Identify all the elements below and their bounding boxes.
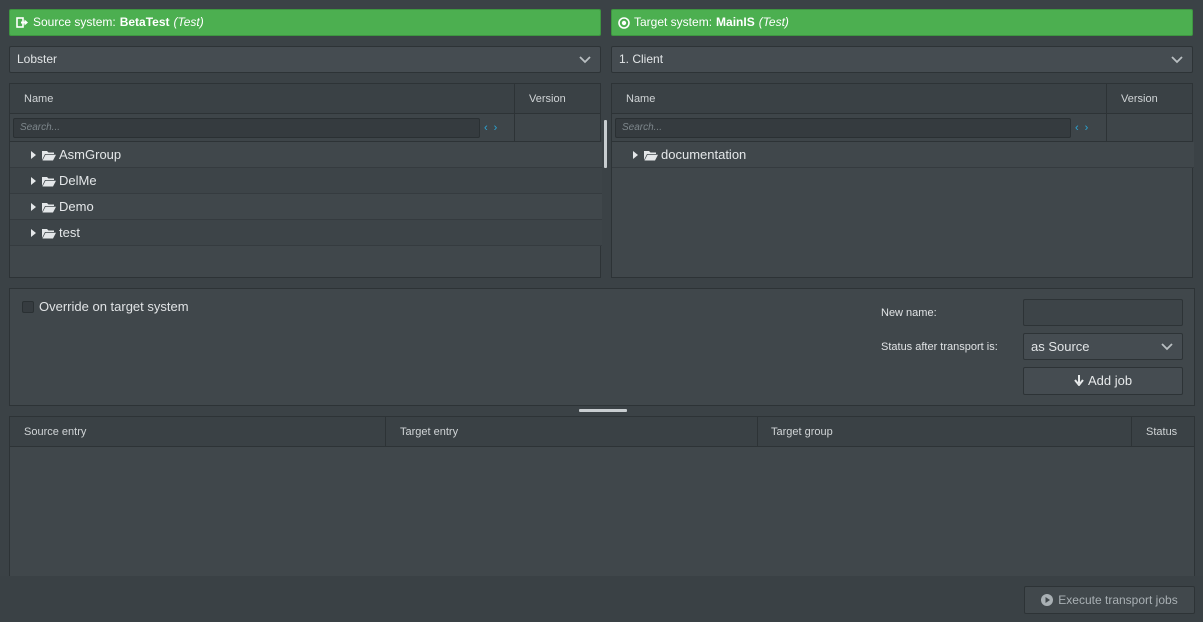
target-search-input[interactable]: Search... bbox=[615, 118, 1071, 138]
tree-row[interactable]: documentation bbox=[612, 142, 1194, 168]
transport-jobs-table: Source entry Target entry Target group S… bbox=[9, 416, 1195, 576]
new-name-input[interactable] bbox=[1023, 299, 1183, 326]
tree-row[interactable]: DelMe bbox=[10, 168, 602, 194]
dot-circle-icon bbox=[618, 16, 630, 29]
expand-caret-icon[interactable] bbox=[633, 151, 638, 159]
source-group-select-value: Lobster bbox=[17, 52, 58, 66]
target-system-env: (Test) bbox=[758, 15, 789, 29]
play-circle-icon bbox=[1041, 594, 1054, 606]
source-search-row: Search... ‹› bbox=[10, 114, 600, 142]
tree-row[interactable]: AsmGroup bbox=[10, 142, 602, 168]
chevron-down-icon bbox=[1161, 343, 1173, 351]
target-group-select-value: 1. Client bbox=[619, 52, 664, 66]
override-label: Override on target system bbox=[39, 299, 189, 314]
col-status[interactable]: Status bbox=[1146, 417, 1177, 447]
col-source-entry[interactable]: Source entry bbox=[24, 417, 86, 447]
new-name-label: New name: bbox=[881, 307, 937, 319]
tree-item-label: test bbox=[59, 225, 80, 240]
target-col-version[interactable]: Version bbox=[1121, 84, 1158, 114]
status-select[interactable]: as Source bbox=[1023, 333, 1183, 360]
target-group-select[interactable]: 1. Client bbox=[611, 46, 1193, 73]
source-col-version[interactable]: Version bbox=[529, 84, 566, 114]
horizontal-splitter[interactable] bbox=[579, 409, 627, 412]
next-match-icon[interactable]: › bbox=[1085, 122, 1095, 134]
source-group-select[interactable]: Lobster bbox=[9, 46, 601, 73]
chevron-down-icon bbox=[1171, 56, 1183, 64]
tree-item-label: Demo bbox=[59, 199, 94, 214]
expand-caret-icon[interactable] bbox=[31, 151, 36, 159]
target-tree-panel: Name Version Search... ‹› documentation bbox=[611, 83, 1194, 278]
expand-caret-icon[interactable] bbox=[31, 177, 36, 185]
col-target-group[interactable]: Target group bbox=[771, 417, 833, 447]
source-system-header: Source system: BetaTest (Test) bbox=[9, 9, 601, 36]
target-tree-header: Name Version bbox=[612, 84, 1192, 114]
expand-caret-icon[interactable] bbox=[31, 203, 36, 211]
folder-open-icon bbox=[42, 177, 56, 187]
add-job-button[interactable]: Add job bbox=[1023, 367, 1183, 395]
tree-row[interactable]: test bbox=[10, 220, 602, 246]
target-system-name: MainIS bbox=[716, 15, 755, 29]
next-match-icon[interactable]: › bbox=[494, 122, 504, 134]
prev-match-icon[interactable]: ‹ bbox=[1075, 122, 1085, 134]
jobs-table-header: Source entry Target entry Target group S… bbox=[10, 417, 1194, 447]
execute-transport-jobs-button[interactable]: Execute transport jobs bbox=[1024, 586, 1195, 614]
target-col-name[interactable]: Name bbox=[626, 84, 655, 114]
target-system-header: Target system: MainIS (Test) bbox=[611, 9, 1193, 36]
tree-item-label: documentation bbox=[661, 147, 747, 162]
execute-label: Execute transport jobs bbox=[1058, 593, 1178, 607]
source-search-input[interactable]: Search... bbox=[13, 118, 480, 138]
target-search-row: Search... ‹› bbox=[612, 114, 1192, 142]
target-system-label: Target system: bbox=[634, 15, 713, 29]
folder-open-icon bbox=[42, 203, 56, 213]
source-system-label: Source system: bbox=[33, 15, 116, 29]
folder-open-icon bbox=[644, 151, 658, 161]
status-select-value: as Source bbox=[1031, 339, 1090, 354]
override-checkbox[interactable] bbox=[22, 301, 34, 313]
tree-item-label: AsmGroup bbox=[59, 147, 122, 162]
folder-open-icon bbox=[42, 151, 56, 161]
sign-out-icon bbox=[16, 17, 28, 28]
expand-caret-icon[interactable] bbox=[31, 229, 36, 237]
target-search-nav: ‹› bbox=[1075, 118, 1094, 138]
prev-match-icon[interactable]: ‹ bbox=[484, 122, 494, 134]
vertical-splitter[interactable] bbox=[604, 120, 607, 168]
source-system-env: (Test) bbox=[173, 15, 204, 29]
status-label: Status after transport is: bbox=[881, 341, 998, 353]
col-target-entry[interactable]: Target entry bbox=[400, 417, 458, 447]
transport-options-panel: Override on target system New name: Stat… bbox=[9, 288, 1195, 406]
folder-open-icon bbox=[42, 229, 56, 239]
source-system-name: BetaTest bbox=[119, 15, 170, 29]
tree-item-label: DelMe bbox=[59, 173, 97, 188]
source-tree-header: Name Version bbox=[10, 84, 600, 114]
source-search-nav: ‹› bbox=[484, 118, 503, 138]
source-tree-panel: Name Version Search... ‹› AsmGroup DelMe… bbox=[9, 83, 602, 278]
tree-row[interactable]: Demo bbox=[10, 194, 602, 220]
add-job-label: Add job bbox=[1087, 373, 1133, 388]
arrow-down-icon bbox=[1074, 375, 1084, 387]
footer-bar bbox=[0, 576, 1203, 622]
source-col-name[interactable]: Name bbox=[24, 84, 53, 114]
chevron-down-icon bbox=[579, 56, 591, 64]
